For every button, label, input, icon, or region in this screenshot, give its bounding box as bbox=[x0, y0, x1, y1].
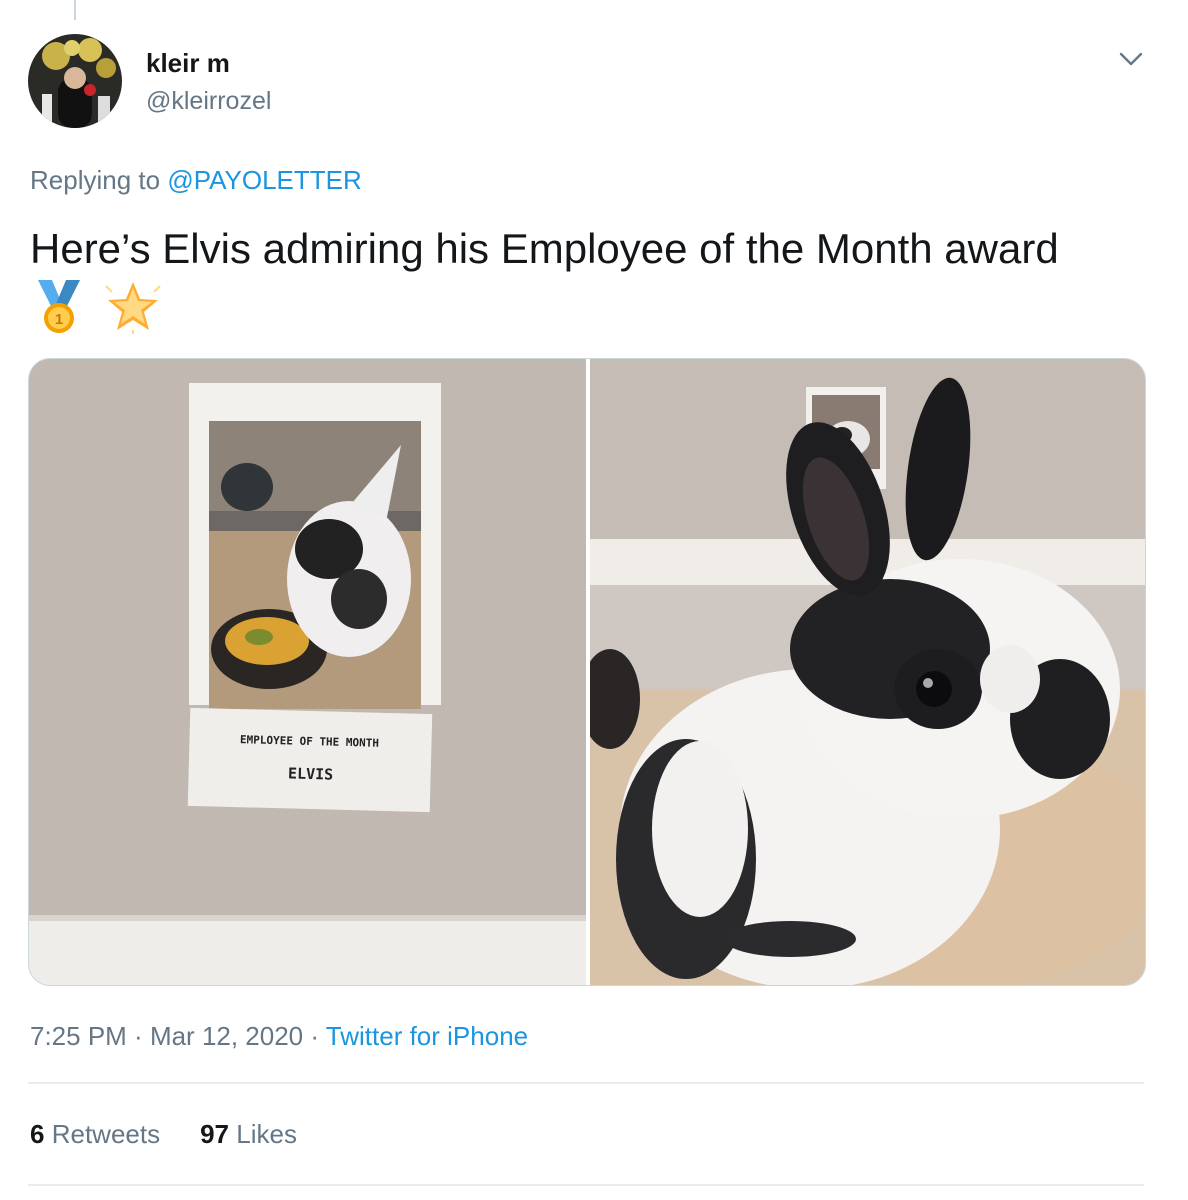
tweet-stats: 6 Retweets 97 Likes bbox=[30, 1116, 297, 1152]
tweet-meta: 7:25 PM · Mar 12, 2020 · Twitter for iPh… bbox=[30, 1018, 528, 1054]
likes-stat[interactable]: 97 Likes bbox=[200, 1116, 297, 1152]
reply-mention-link[interactable]: @PAYOLETTER bbox=[167, 165, 361, 195]
medal-icon: 1 bbox=[38, 280, 80, 333]
tweet-text: Here’s Elvis admiring his Employee of th… bbox=[30, 225, 1059, 272]
media-photo-bunny[interactable] bbox=[590, 359, 1145, 985]
author-handle[interactable]: @kleirrozel bbox=[146, 84, 271, 118]
divider bbox=[28, 1082, 1144, 1084]
author-block[interactable]: kleir m @kleirrozel bbox=[146, 46, 271, 118]
retweets-label: Retweets bbox=[51, 1119, 161, 1149]
meta-separator: · bbox=[303, 1021, 326, 1051]
meta-separator: · bbox=[126, 1021, 150, 1051]
sign-line-2: ELVIS bbox=[288, 764, 334, 783]
tweet-source-link[interactable]: Twitter for iPhone bbox=[326, 1021, 528, 1051]
tweet-time[interactable]: 7:25 PM bbox=[30, 1021, 127, 1051]
bunny-photo-image bbox=[590, 359, 1145, 985]
likes-label: Likes bbox=[236, 1119, 297, 1149]
svg-text:1: 1 bbox=[55, 311, 63, 328]
avatar-image bbox=[28, 34, 122, 128]
likes-count: 97 bbox=[200, 1119, 230, 1149]
tweet-media[interactable]: EMPLOYEE OF THE MONTH ELVIS bbox=[28, 358, 1146, 986]
polaroid-photo-image: EMPLOYEE OF THE MONTH ELVIS bbox=[29, 359, 586, 985]
retweets-count: 6 bbox=[30, 1119, 45, 1149]
author-display-name[interactable]: kleir m bbox=[146, 46, 271, 80]
avatar[interactable] bbox=[28, 34, 122, 128]
tweet-emoji-row: 1 bbox=[30, 278, 162, 338]
replying-to: Replying to @PAYOLETTER bbox=[30, 162, 362, 198]
retweets-stat[interactable]: 6 Retweets bbox=[30, 1116, 160, 1152]
tweet-page: kleir m @kleirrozel Replying to @PAYOLET… bbox=[0, 0, 1188, 1200]
divider bbox=[28, 1184, 1144, 1186]
media-photo-polaroid[interactable]: EMPLOYEE OF THE MONTH ELVIS bbox=[29, 359, 586, 985]
star-icon bbox=[105, 282, 161, 334]
replying-to-label: Replying to bbox=[30, 165, 161, 195]
chevron-down-icon[interactable] bbox=[1116, 44, 1146, 74]
thread-connector bbox=[74, 0, 76, 20]
tweet-date[interactable]: Mar 12, 2020 bbox=[150, 1021, 303, 1051]
